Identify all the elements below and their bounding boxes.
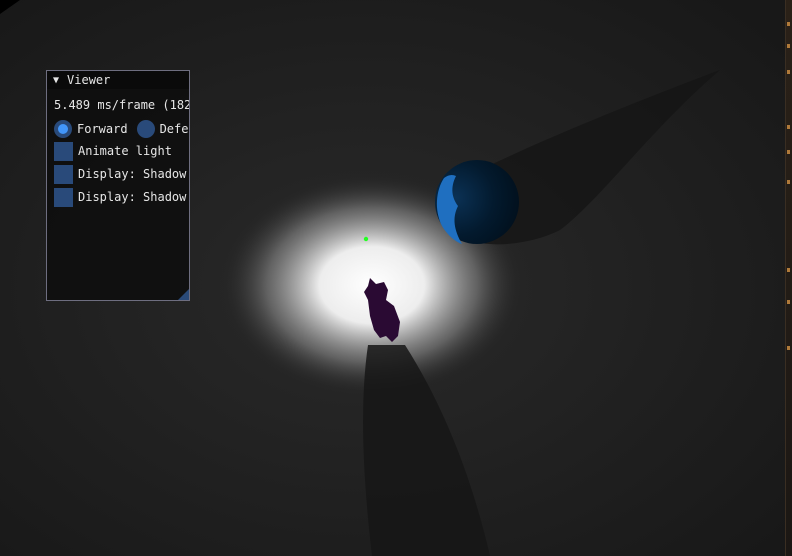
frame-time-text: 5.489 ms/frame (182. bbox=[54, 98, 190, 112]
animate-light-checkbox[interactable] bbox=[54, 141, 73, 161]
radio-selected-dot bbox=[58, 124, 68, 134]
radio-forward-label[interactable]: Forward bbox=[77, 122, 128, 136]
display-shadow-checkbox-2[interactable] bbox=[54, 187, 73, 207]
3d-viewport[interactable]: ▼ Viewer 5.489 ms/frame (182. Forward De… bbox=[0, 0, 792, 556]
display-shadow-label-2[interactable]: Display: Shadow bbox=[78, 190, 186, 204]
animate-light-label[interactable]: Animate light bbox=[78, 144, 172, 158]
resize-grip[interactable] bbox=[178, 289, 189, 300]
viewer-panel[interactable]: ▼ Viewer 5.489 ms/frame (182. Forward De… bbox=[46, 70, 190, 301]
render-mode-group: Forward Defer bbox=[54, 119, 189, 139]
adjacent-window-edge bbox=[785, 0, 792, 556]
display-shadow-checkbox-1[interactable] bbox=[54, 164, 73, 184]
viewer-title: Viewer bbox=[67, 73, 111, 87]
display-shadow-label-1[interactable]: Display: Shadow bbox=[78, 167, 186, 181]
triangle-down-icon[interactable]: ▼ bbox=[53, 75, 59, 86]
radio-deferred[interactable] bbox=[136, 120, 155, 138]
display-shadow-row-1[interactable]: Display: Shadow bbox=[54, 164, 186, 184]
light-marker bbox=[363, 236, 369, 242]
radio-forward[interactable] bbox=[54, 120, 72, 138]
animate-light-row[interactable]: Animate light bbox=[54, 141, 172, 161]
display-shadow-row-2[interactable]: Display: Shadow bbox=[54, 187, 186, 207]
corner-marker bbox=[0, 0, 20, 14]
radio-deferred-label[interactable]: Defer bbox=[160, 122, 189, 136]
viewer-titlebar[interactable]: ▼ Viewer bbox=[47, 71, 189, 89]
